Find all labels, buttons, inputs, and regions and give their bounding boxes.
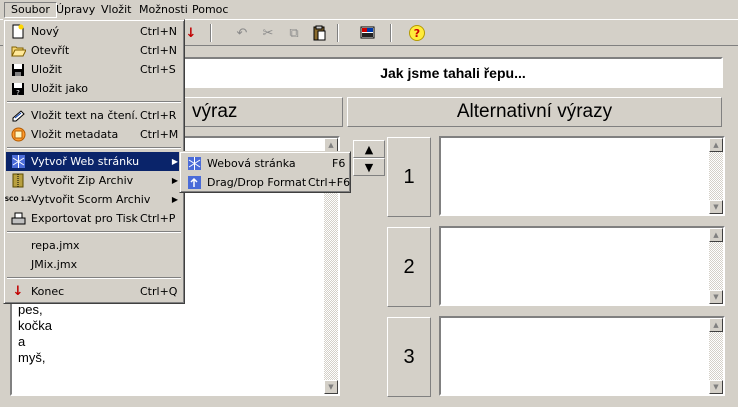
web-submenu: Webová stránka F6 Drag/Drop Format Ctrl+… (179, 151, 351, 193)
zip-icon (10, 173, 26, 188)
scorm-icon: SCO 1.2 (4, 195, 32, 203)
vertical-scrollbar[interactable]: ▲ ▼ (709, 318, 723, 394)
toolbar-separator (337, 24, 339, 42)
menu-item-exit[interactable]: ↓ Konec Ctrl+Q (6, 282, 182, 301)
paste-icon[interactable] (308, 23, 330, 43)
alternative-field-1[interactable]: ▲ ▼ (439, 136, 725, 216)
menu-item-create-scorm[interactable]: SCO 1.2 Vytvořit Scorm Archiv ▶ (4, 190, 182, 209)
list-item[interactable]: a (18, 334, 52, 350)
alternative-field-2[interactable]: ▲ ▼ (439, 226, 725, 306)
undo-icon[interactable]: ↶ (231, 23, 253, 43)
insert-text-icon (10, 108, 26, 123)
menu-separator (6, 144, 182, 152)
menu-item-open[interactable]: Otevřít Ctrl+N (6, 41, 182, 60)
menu-separator (6, 274, 182, 282)
copy-icon[interactable]: ⧉ (283, 23, 305, 43)
scroll-down-icon[interactable]: ▼ (709, 290, 723, 304)
list-item[interactable]: myš, (18, 350, 52, 366)
scroll-up-icon[interactable]: ▲ (709, 228, 723, 242)
alternatives-header: Alternativní výrazy (347, 97, 722, 127)
scroll-down-icon[interactable]: ▼ (709, 200, 723, 214)
toolbar-separator (390, 24, 392, 42)
alternative-number-1[interactable]: 1 (387, 137, 431, 217)
print-icon (10, 211, 26, 226)
menu-separator (6, 98, 182, 106)
scroll-down-icon[interactable]: ▼ (324, 380, 338, 394)
new-file-icon (10, 24, 26, 39)
help-icon[interactable]: ? (406, 23, 428, 43)
menu-item-recent-file[interactable]: JMix.jmx (6, 255, 182, 274)
alternative-field-3[interactable]: ▲ ▼ (439, 316, 725, 396)
menu-item-create-web-page[interactable]: Vytvoř Web stránku ▶ (6, 152, 182, 171)
menu-pomoc[interactable]: Pomoc (186, 2, 234, 18)
menu-item-recent-file[interactable]: repa.jmx (6, 236, 182, 255)
submenu-arrow-icon: ▶ (171, 157, 178, 166)
svg-text:?: ? (16, 89, 20, 96)
svg-text:?: ? (414, 27, 420, 40)
menu-upravy[interactable]: Úpravy (50, 2, 101, 18)
scroll-up-icon[interactable]: ▲ (709, 318, 723, 332)
submenu-item-drag-drop[interactable]: Drag/Drop Format Ctrl+F6 (182, 173, 350, 192)
menu-item-insert-metadata[interactable]: Vložit metadata Ctrl+M (6, 125, 182, 144)
menu-separator (6, 228, 182, 236)
menu-soubor[interactable]: Soubor (4, 2, 57, 18)
list-item[interactable]: kočka (18, 318, 52, 334)
file-menu: Nový Ctrl+N Otevřít Ctrl+N Uložit Ctrl+S… (3, 19, 185, 304)
open-folder-icon (10, 43, 26, 58)
cut-icon[interactable]: ✂ (257, 23, 279, 43)
menu-vlozit[interactable]: Vložit (95, 2, 137, 18)
vertical-scrollbar[interactable]: ▲ ▼ (709, 228, 723, 304)
menu-moznosti[interactable]: Možnosti (133, 2, 194, 18)
menubar: Soubor Úpravy Vložit Možnosti Pomoc (0, 0, 738, 20)
web-page-icon (10, 154, 26, 169)
move-up-button[interactable]: ▲ (353, 140, 385, 158)
save-disk-icon (10, 62, 26, 77)
submenu-arrow-icon: ▶ (171, 195, 178, 204)
scroll-up-icon[interactable]: ▲ (324, 138, 338, 152)
exit-arrow-icon: ↓ (12, 284, 24, 299)
submenu-arrow-icon: ▶ (171, 176, 178, 185)
alternative-number-2[interactable]: 2 (387, 227, 431, 307)
title-field[interactable]: Jak jsme tahali řepu... (183, 57, 723, 88)
save-as-icon: ? (10, 81, 26, 96)
menu-item-insert-text[interactable]: Vložit text na čtení. Ctrl+R (6, 106, 182, 125)
alternative-number-3[interactable]: 3 (387, 317, 431, 397)
scroll-up-icon[interactable]: ▲ (709, 138, 723, 152)
expression-list-items: pes, kočka a myš, (18, 302, 52, 366)
menu-item-save-as[interactable]: ? Uložit jako (6, 79, 182, 98)
move-down-button[interactable]: ▼ (353, 158, 385, 176)
metadata-icon (10, 127, 26, 142)
web-icon[interactable] (357, 23, 379, 43)
up-triangle-icon: ▲ (364, 142, 374, 156)
menu-item-save[interactable]: Uložit Ctrl+S (6, 60, 182, 79)
menu-item-new[interactable]: Nový Ctrl+N (6, 22, 182, 41)
scroll-down-icon[interactable]: ▼ (709, 380, 723, 394)
down-triangle-icon: ▼ (364, 160, 374, 174)
menu-item-export-print[interactable]: Exportovat pro Tisk Ctrl+P (6, 209, 182, 228)
list-item[interactable]: pes, (18, 302, 52, 318)
drag-drop-icon (186, 175, 202, 190)
web-page-icon (186, 156, 202, 171)
menu-item-create-zip[interactable]: Vytvořit Zip Archiv ▶ (6, 171, 182, 190)
toolbar-separator (210, 24, 212, 42)
expression-header: výraz (183, 97, 343, 127)
vertical-scrollbar[interactable]: ▲ ▼ (709, 138, 723, 214)
submenu-item-web-page[interactable]: Webová stránka F6 (182, 154, 348, 173)
